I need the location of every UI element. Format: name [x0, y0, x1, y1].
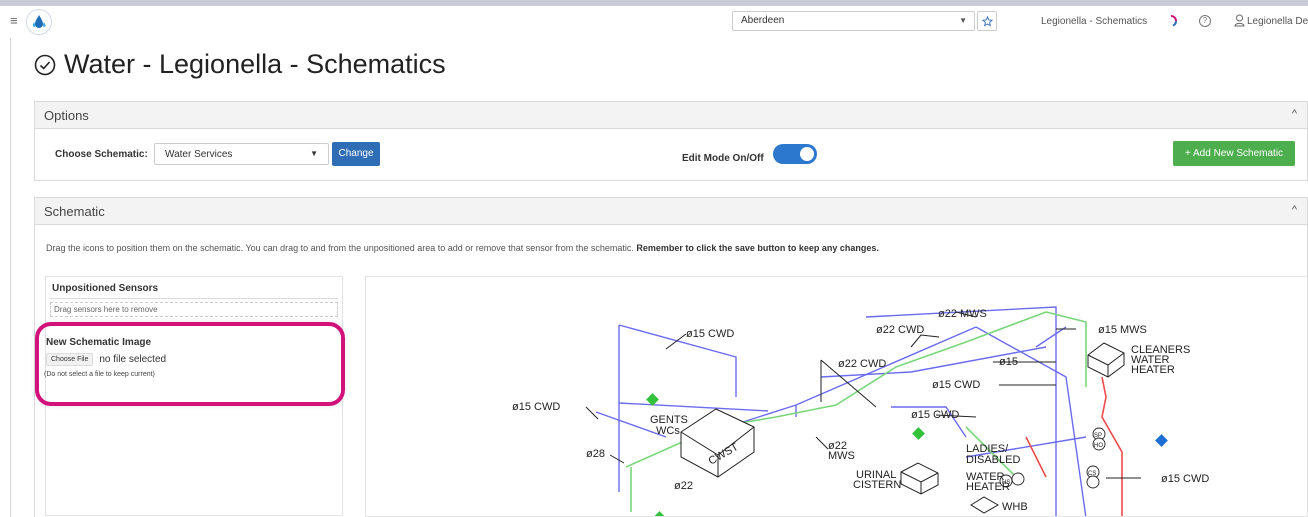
leader-lines	[585, 311, 1141, 479]
label-gents-2: WCs	[656, 425, 680, 437]
label-whb: WHB	[1002, 501, 1028, 513]
schematic-select[interactable]: Water Services ▼	[154, 143, 329, 165]
user-icon[interactable]	[1234, 14, 1245, 27]
schematic-heading: Schematic	[44, 204, 105, 219]
options-panel: Options ^ Choose Schematic: Water Servic…	[34, 101, 1308, 181]
label-urinal-2: CISTERN	[853, 479, 901, 491]
chevron-up-icon[interactable]: ^	[1292, 108, 1297, 120]
choose-schematic-label: Choose Schematic:	[55, 149, 148, 160]
label-d15: ø15	[999, 356, 1018, 368]
schematic-select-value: Water Services	[165, 149, 233, 160]
tag-hs: HS	[1002, 480, 1010, 486]
schematic-instructions: Drag the icons to position them on the s…	[46, 243, 879, 253]
label-mws15: ø15 MWS	[1098, 324, 1147, 336]
label-ladies-2: DISABLED	[966, 454, 1020, 466]
tag-sp: SP	[1094, 433, 1102, 439]
page-edge	[10, 38, 11, 517]
options-heading: Options	[44, 108, 89, 123]
label-cwd22-top: ø22 CWD	[876, 324, 924, 336]
edit-mode-label: Edit Mode On/Off	[682, 153, 764, 164]
label-d22-low: ø22	[674, 480, 693, 492]
water-drop-icon[interactable]	[26, 9, 52, 35]
label-cwd15-b: ø15 CWD	[932, 379, 980, 391]
label-cwd15-right: ø15 CWD	[1161, 473, 1209, 485]
divider	[50, 298, 338, 299]
unpositioned-title: Unpositioned Sensors	[52, 283, 159, 294]
spinner-icon	[1170, 15, 1178, 27]
options-header[interactable]: Options ^	[35, 102, 1307, 129]
label-mws22-top: ø22 MWS	[938, 308, 987, 320]
check-circle-icon	[34, 54, 56, 75]
equipment	[680, 342, 1125, 514]
tag-cs: CS	[1088, 471, 1096, 477]
schematic-canvas[interactable]: ø22 MWS ø22 CWD ø15 MWS ø15 CWD ø22 CWD …	[365, 276, 1308, 517]
hot-water-pipes	[1025, 376, 1123, 516]
change-button[interactable]: Change	[332, 142, 380, 166]
label-d28: ø28	[586, 448, 605, 460]
site-select-value: Aberdeen	[741, 15, 785, 26]
page-title-text: Water - Legionella - Schematics	[64, 49, 446, 79]
instruction-text: Drag the icons to position them on the s…	[46, 243, 637, 253]
page-title: Water - Legionella - Schematics	[34, 49, 446, 80]
section-title: Legionella - Schematics	[1041, 16, 1148, 27]
star-icon	[981, 15, 993, 27]
favourite-button[interactable]	[977, 11, 997, 31]
chevron-down-icon: ▼	[310, 149, 318, 158]
cold-water-pipes	[595, 306, 1087, 516]
instruction-save-reminder: Remember to click the save button to kee…	[636, 243, 879, 253]
chevron-up-icon[interactable]: ^	[1292, 204, 1297, 216]
help-icon[interactable]: ?	[1199, 15, 1211, 27]
site-select[interactable]: Aberdeen ▼	[732, 11, 975, 31]
label-cwd15-a: ø15 CWD	[686, 328, 734, 340]
label-mws22-low-2: MWS	[828, 450, 855, 462]
user-name[interactable]: Legionella De	[1247, 16, 1308, 27]
hamburger-icon[interactable]: ≡	[10, 13, 18, 28]
tag-ho: HO	[1094, 443, 1103, 449]
add-new-schematic-button[interactable]: + Add New Schematic	[1173, 141, 1295, 166]
toggle-knob	[800, 147, 814, 161]
label-cwd22-mid: ø22 CWD	[838, 358, 886, 370]
schematic-header[interactable]: Schematic ^	[35, 198, 1307, 225]
sensor-drop-zone[interactable]: Drag sensors here to remove	[50, 302, 338, 317]
annotation-highlight	[35, 322, 345, 406]
top-bar: ≡ Aberdeen ▼ Legionella - Schematics ? L…	[0, 0, 1308, 38]
chevron-down-icon: ▼	[959, 16, 967, 25]
label-cwd15-left: ø15 CWD	[512, 401, 560, 413]
label-cwd15-c: ø15 CWD	[911, 409, 959, 421]
label-cleaners-3: HEATER	[1131, 364, 1175, 376]
edit-mode-toggle[interactable]	[773, 144, 817, 164]
schematic-diagram: ø22 MWS ø22 CWD ø15 MWS ø15 CWD ø22 CWD …	[512, 306, 1209, 516]
